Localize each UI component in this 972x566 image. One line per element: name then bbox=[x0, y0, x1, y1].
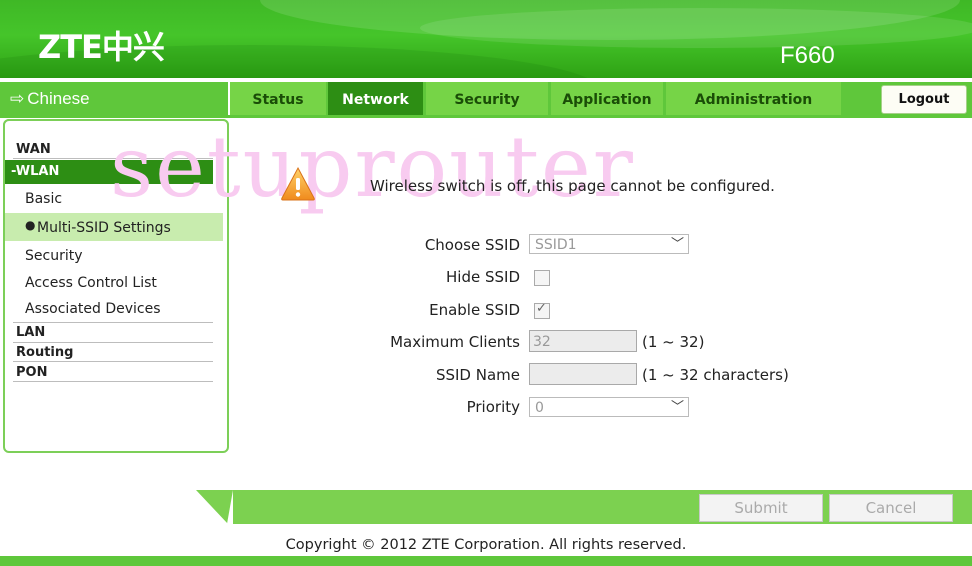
divider bbox=[13, 158, 213, 159]
hide-ssid-label: Hide SSID bbox=[446, 268, 520, 286]
header-banner: ZTE中兴 F660 bbox=[0, 0, 972, 78]
sidebar-item-security[interactable]: Security bbox=[25, 248, 83, 264]
tab-status[interactable]: Status bbox=[230, 82, 326, 115]
sidebar-item-pon[interactable]: PON bbox=[16, 365, 47, 380]
action-bar-stripe bbox=[227, 490, 233, 524]
sidebar-item-multi-ssid[interactable]: ● Multi-SSID Settings bbox=[5, 213, 223, 241]
priority-label: Priority bbox=[466, 398, 520, 416]
tab-administration[interactable]: Administration bbox=[666, 82, 841, 115]
sidebar-item-basic[interactable]: Basic bbox=[25, 191, 62, 207]
bullet-icon: ● bbox=[25, 218, 36, 232]
zte-logo: ZTE中兴 bbox=[38, 28, 165, 66]
tab-security[interactable]: Security bbox=[426, 82, 548, 115]
cancel-button[interactable]: Cancel bbox=[829, 494, 953, 522]
hide-ssid-checkbox[interactable] bbox=[534, 270, 550, 286]
sidebar-item-wan[interactable]: WAN bbox=[16, 142, 51, 157]
choose-ssid-select[interactable]: SSID1 ﹀ bbox=[529, 234, 689, 254]
tab-network[interactable]: Network bbox=[328, 82, 423, 115]
tab-application[interactable]: Application bbox=[551, 82, 663, 115]
sidebar-item-label: Multi-SSID Settings bbox=[37, 220, 171, 236]
ssid-name-hint: (1 ~ 32 characters) bbox=[642, 366, 789, 384]
ssid-name-label: SSID Name bbox=[435, 366, 520, 384]
maximum-clients-label: Maximum Clients bbox=[390, 333, 520, 351]
divider bbox=[13, 322, 213, 323]
sidebar-item-wlan[interactable]: -WLAN bbox=[5, 160, 213, 184]
choose-ssid-value: SSID1 bbox=[535, 237, 577, 253]
priority-select[interactable]: 0 ﹀ bbox=[529, 397, 689, 417]
ssid-name-input[interactable] bbox=[529, 363, 637, 385]
maximum-clients-hint: (1 ~ 32) bbox=[642, 333, 705, 351]
warning-message: Wireless switch is off, this page cannot… bbox=[370, 177, 775, 195]
submit-button[interactable]: Submit bbox=[699, 494, 823, 522]
divider bbox=[13, 361, 213, 362]
logout-button[interactable]: Logout bbox=[881, 85, 967, 114]
language-switch-link[interactable]: ⇨ Chinese bbox=[0, 82, 228, 115]
action-bar-corner bbox=[196, 490, 228, 524]
sidebar-item-lan[interactable]: LAN bbox=[16, 325, 45, 340]
choose-ssid-label: Choose SSID bbox=[424, 236, 520, 254]
nav-divider bbox=[0, 115, 972, 118]
divider bbox=[13, 342, 213, 343]
arrow-right-icon: ⇨ bbox=[10, 89, 25, 108]
enable-ssid-label: Enable SSID bbox=[429, 301, 520, 319]
maximum-clients-input[interactable]: 32 bbox=[529, 330, 637, 352]
sidebar-item-routing[interactable]: Routing bbox=[16, 345, 73, 360]
enable-ssid-checkbox[interactable] bbox=[534, 301, 550, 319]
language-label: Chinese bbox=[27, 89, 90, 108]
chevron-down-icon: ﹀ bbox=[670, 237, 684, 252]
bottom-strip bbox=[0, 556, 972, 566]
copyright-text: Copyright © 2012 ZTE Corporation. All ri… bbox=[285, 537, 687, 553]
sidebar-item-associated-devices[interactable]: Associated Devices bbox=[25, 301, 161, 317]
model-name: F660 bbox=[780, 42, 835, 69]
priority-value: 0 bbox=[535, 400, 544, 416]
warning-icon bbox=[281, 166, 315, 201]
chevron-down-icon: ﹀ bbox=[670, 400, 684, 415]
divider bbox=[13, 381, 213, 382]
sidebar-item-acl[interactable]: Access Control List bbox=[25, 275, 157, 291]
